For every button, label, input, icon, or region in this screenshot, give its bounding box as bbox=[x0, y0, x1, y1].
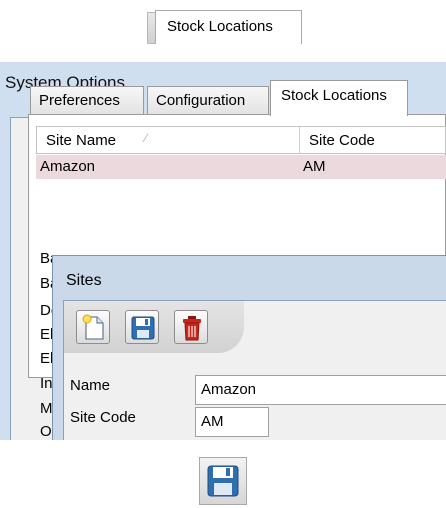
toolbar bbox=[64, 301, 244, 353]
name-value: Amazon bbox=[201, 381, 257, 398]
sort-ascending-icon: ⁄ bbox=[145, 131, 148, 145]
save-button[interactable] bbox=[125, 310, 159, 344]
table-row[interactable]: Amazon AM bbox=[36, 155, 446, 179]
cell-site-name: Amazon bbox=[40, 158, 96, 175]
save-icon-zoom[interactable] bbox=[199, 457, 247, 505]
sites-dialog: Sites Name Amazon Site Code AM bbox=[52, 255, 446, 440]
new-button[interactable] bbox=[76, 310, 110, 344]
site-code-field[interactable]: AM bbox=[195, 407, 269, 437]
floppy-disk-icon bbox=[131, 316, 155, 340]
tab-stock-locations-crop[interactable]: Stock Locations bbox=[155, 10, 302, 44]
tab-label: Stock Locations bbox=[167, 18, 273, 35]
column-header-site-name[interactable]: Site Name bbox=[46, 132, 116, 149]
tab-stock-locations[interactable]: Stock Locations bbox=[270, 80, 408, 116]
table-row-stub[interactable]: O bbox=[40, 423, 52, 440]
cell-site-code: AM bbox=[303, 158, 326, 175]
table-row-stub[interactable]: M bbox=[40, 400, 53, 417]
delete-button[interactable] bbox=[174, 310, 208, 344]
tab-label: Configuration bbox=[156, 92, 246, 109]
tab-label: Preferences bbox=[39, 92, 120, 109]
trash-icon bbox=[183, 316, 201, 341]
stock-locations-tab-crop: Stock Locations bbox=[147, 10, 302, 44]
tab-configuration[interactable]: Configuration bbox=[147, 86, 269, 114]
table-row-stub[interactable]: In bbox=[40, 375, 53, 392]
floppy-disk-icon bbox=[207, 465, 239, 497]
dialog-title: Sites bbox=[66, 272, 102, 289]
grid-header: Site Name ⁄ Site Code bbox=[36, 126, 446, 154]
name-label: Name bbox=[70, 377, 111, 394]
new-document-icon bbox=[82, 314, 104, 340]
site-code-label: Site Code bbox=[70, 409, 136, 426]
column-divider[interactable] bbox=[299, 127, 300, 154]
dialog-client-area: Name Amazon Site Code AM bbox=[63, 300, 446, 440]
tab-preferences[interactable]: Preferences bbox=[30, 86, 144, 114]
site-code-value: AM bbox=[201, 413, 224, 430]
name-field[interactable]: Amazon bbox=[195, 375, 446, 405]
tab-label: Stock Locations bbox=[281, 87, 387, 104]
column-header-site-code[interactable]: Site Code bbox=[309, 132, 375, 149]
